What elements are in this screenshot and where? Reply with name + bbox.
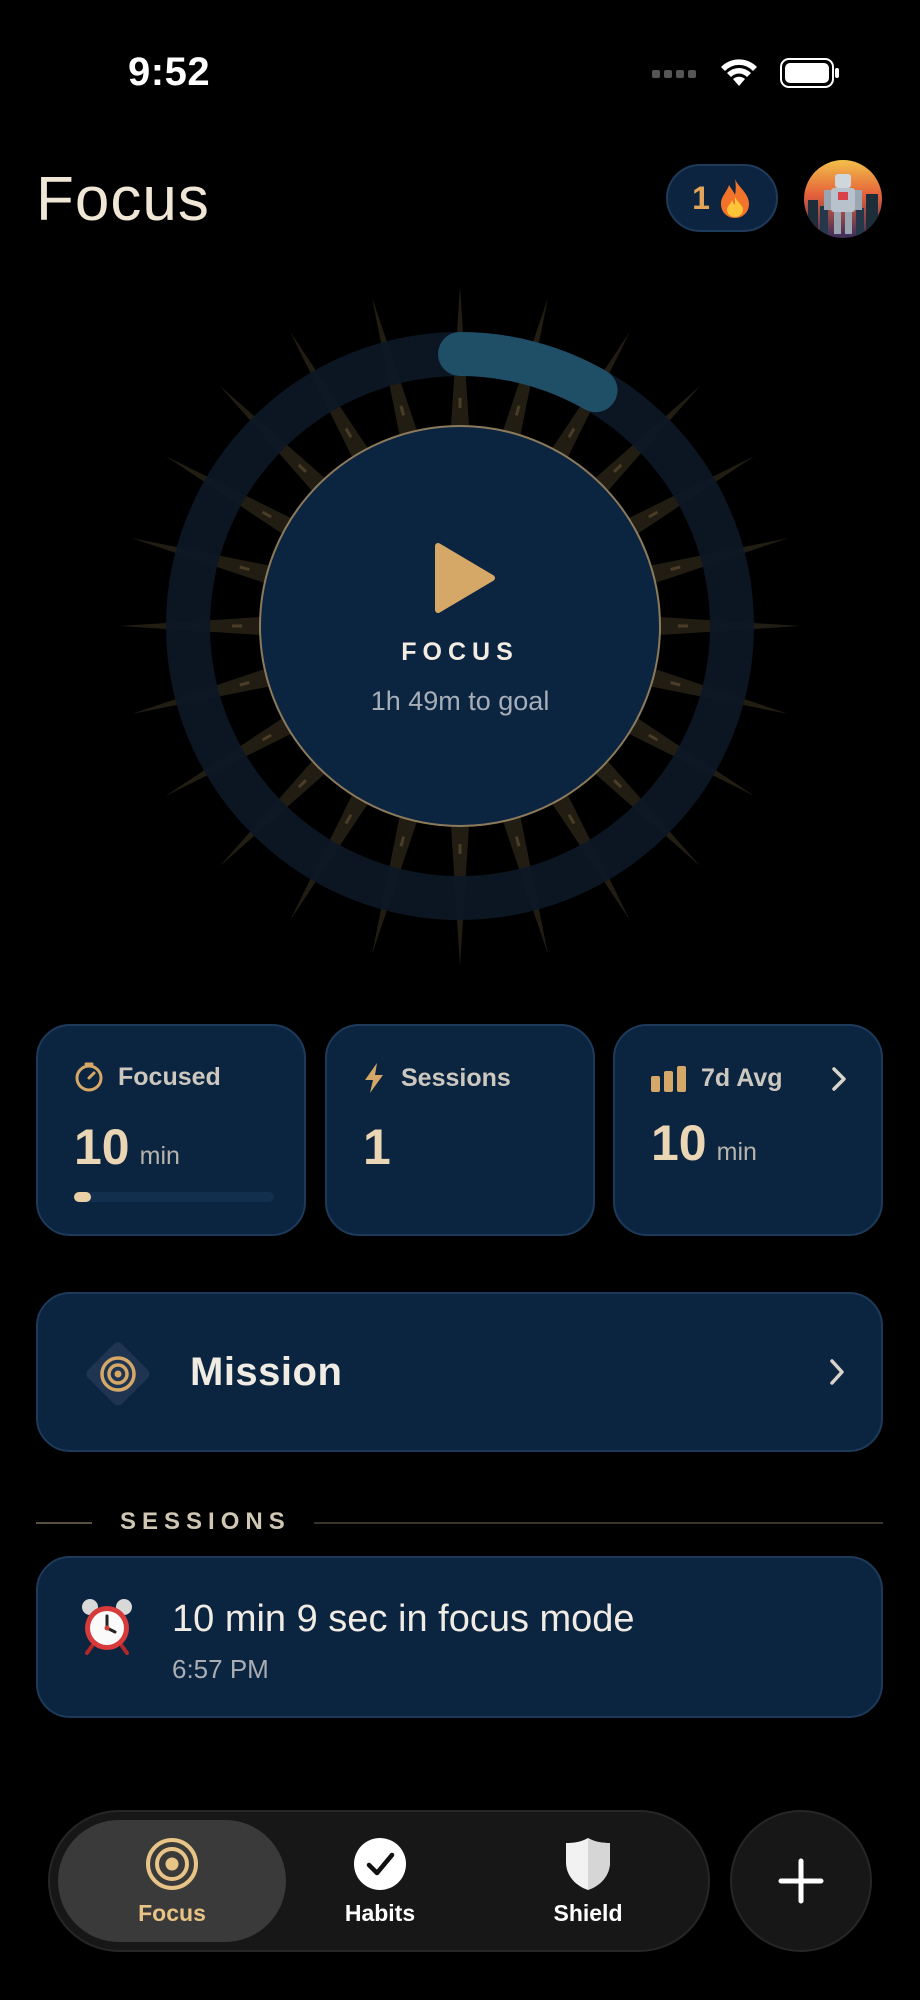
check-circle-icon	[354, 1837, 406, 1890]
avg-label: 7d Avg	[701, 1064, 783, 1092]
sessions-value: 1	[363, 1119, 391, 1175]
focused-label: Focused	[118, 1062, 221, 1091]
tab-focus-label: Focus	[138, 1899, 206, 1926]
sessions-label: Sessions	[401, 1063, 511, 1092]
status-icons	[652, 58, 840, 88]
avatar[interactable]	[804, 160, 882, 238]
plus-icon	[778, 1858, 824, 1904]
dial-ring-progress	[438, 332, 618, 413]
focus-label: FOCUS	[401, 638, 519, 666]
status-time: 9:52	[128, 50, 211, 94]
play-icon[interactable]	[432, 542, 496, 614]
mission-label: Mission	[190, 1350, 343, 1394]
focused-progress-fill	[74, 1192, 91, 1202]
goal-remaining-text: 1h 49m to goal	[370, 686, 550, 716]
tab-shield-label: Shield	[553, 1899, 623, 1926]
page-title: Focus	[36, 165, 210, 234]
chevron-right-icon	[830, 1359, 844, 1385]
session-time: 6:57 PM	[172, 1654, 269, 1684]
battery-icon	[780, 58, 839, 88]
avatar-image	[804, 160, 882, 238]
target-icon	[146, 1837, 198, 1890]
streak-badge[interactable]: 1	[666, 164, 778, 232]
tab-habits[interactable]: Habits	[266, 1820, 494, 1942]
focused-unit: min	[139, 1142, 180, 1170]
divider	[36, 1522, 92, 1524]
fire-icon	[720, 179, 749, 218]
focus-start-button[interactable]	[259, 425, 661, 827]
avg-unit: min	[716, 1138, 757, 1166]
avg-value: 10	[651, 1115, 707, 1171]
bar-chart-icon	[651, 1065, 686, 1092]
bolt-icon	[365, 1063, 383, 1093]
mission-card[interactable]: Mission	[36, 1292, 883, 1452]
target-icon	[86, 1342, 150, 1406]
shield-icon	[566, 1837, 610, 1890]
sessions-section-header: SESSIONS	[36, 1508, 883, 1538]
tab-shield[interactable]: Shield	[474, 1820, 702, 1942]
signal-icon	[652, 70, 696, 78]
alarm-clock-icon	[82, 1599, 132, 1655]
focused-value: 10	[74, 1119, 130, 1175]
session-title: 10 min 9 sec in focus mode	[172, 1598, 635, 1640]
sessions-stat-card[interactable]: Sessions 1	[325, 1024, 595, 1236]
avg-stat-card[interactable]: 7d Avg 10 min	[613, 1024, 883, 1236]
session-list-item[interactable]: 10 min 9 sec in focus mode 6:57 PM	[36, 1556, 883, 1718]
add-button[interactable]	[730, 1810, 872, 1952]
focused-stat-card[interactable]: Focused 10 min	[36, 1024, 306, 1236]
timer-icon	[75, 1062, 103, 1092]
streak-count: 1	[692, 179, 710, 216]
sessions-section-title: SESSIONS	[120, 1508, 291, 1535]
tab-focus[interactable]: Focus	[58, 1820, 286, 1942]
tab-bar: Focus Habits Shield	[48, 1810, 710, 1952]
wifi-icon	[721, 59, 757, 86]
tab-habits-label: Habits	[344, 1899, 416, 1926]
focused-progress-bar	[74, 1192, 274, 1202]
divider	[314, 1522, 883, 1524]
chevron-right-icon	[832, 1067, 846, 1091]
